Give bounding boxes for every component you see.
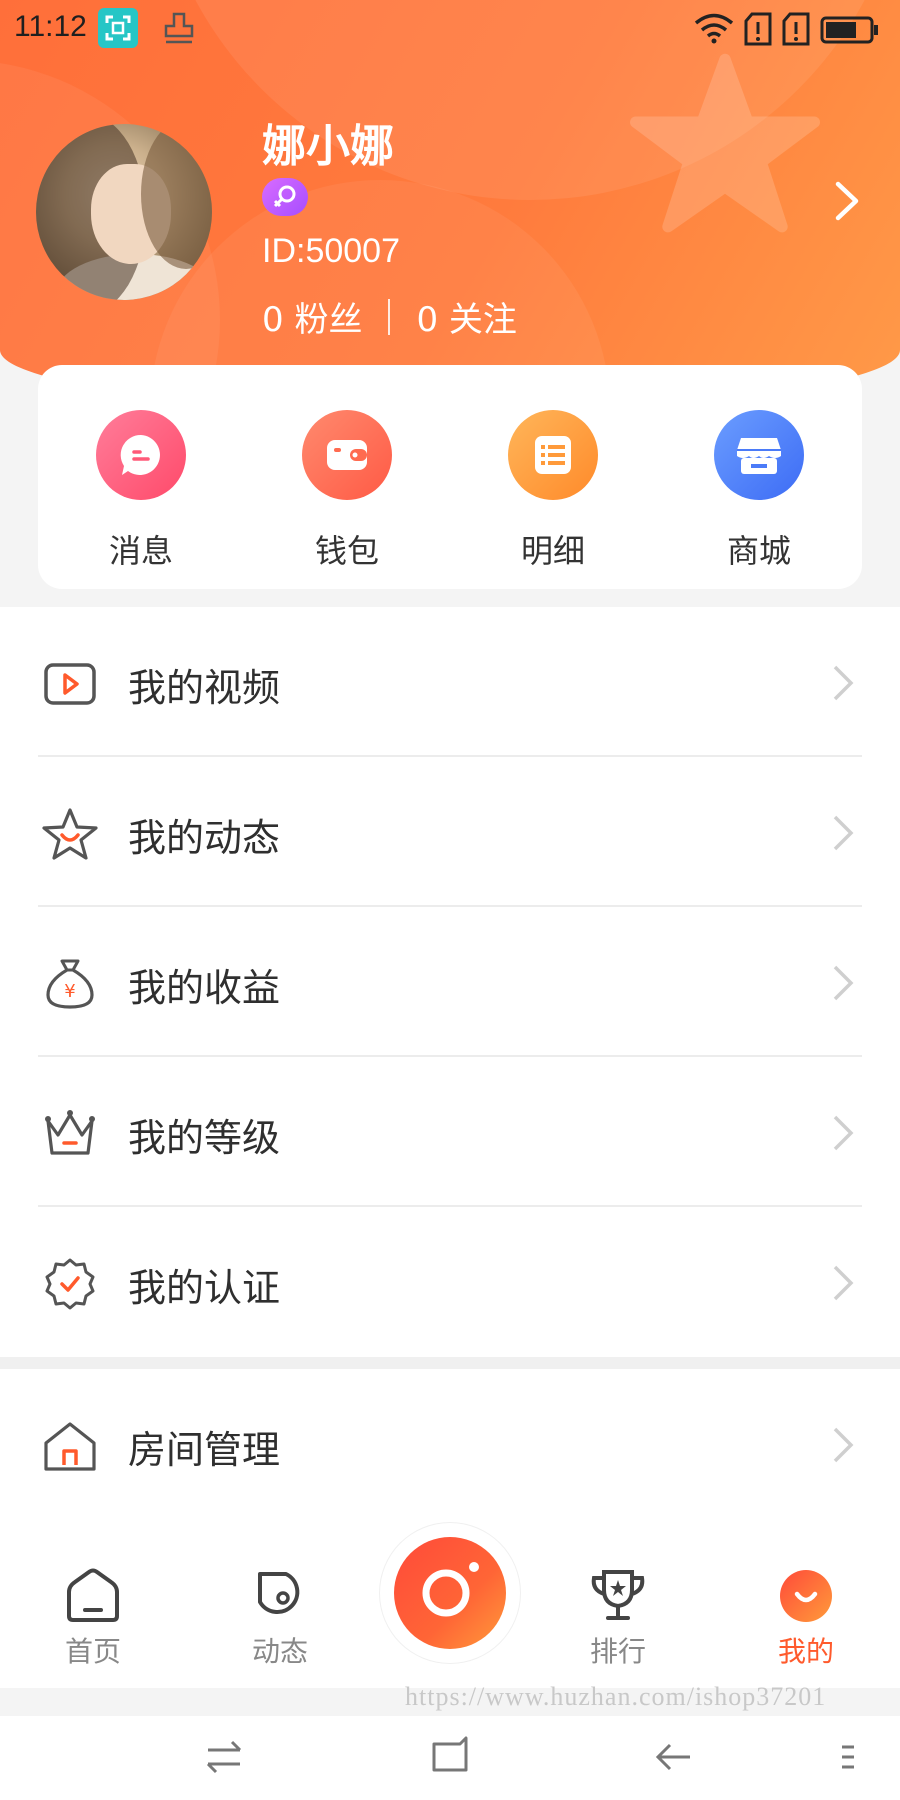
wallet-icon xyxy=(302,410,392,500)
section-gap xyxy=(0,1357,900,1369)
female-icon xyxy=(262,178,308,216)
chevron-right-icon xyxy=(833,1427,854,1463)
chevron-right-icon[interactable] xyxy=(830,178,864,224)
menu-item-label: 我的等级 xyxy=(128,1116,281,1160)
stamp-icon xyxy=(164,12,194,44)
back-arrow-icon[interactable] xyxy=(654,1734,694,1780)
menu-item-my-videos[interactable]: 我的视频 xyxy=(0,607,900,757)
menu-item-my-earnings[interactable]: ¥ 我的收益 xyxy=(0,907,900,1057)
system-nav-bar xyxy=(0,1716,900,1800)
home-icon xyxy=(67,1568,119,1622)
menu-item-label: 我的认证 xyxy=(128,1266,281,1310)
nav-label: 首页 xyxy=(64,1635,121,1668)
profile-stats: 0 粉丝 0 关注 xyxy=(262,292,517,341)
camera-button[interactable] xyxy=(380,1523,520,1663)
nav-label: 我的 xyxy=(777,1635,834,1668)
quick-action-details[interactable]: 明细 xyxy=(473,410,633,572)
avatar[interactable] xyxy=(36,124,212,300)
quick-action-wallet[interactable]: 钱包 xyxy=(267,410,427,572)
following-count[interactable]: 0 关注 xyxy=(416,292,516,341)
overview-square-icon[interactable] xyxy=(430,1734,470,1780)
menu-item-my-verification[interactable]: 我的认证 xyxy=(0,1207,900,1357)
menu-list: 我的视频 我的动态 ¥ 我的收益 我的等级 我的认证 房间管理 xyxy=(0,607,900,1519)
profile-name: 娜小娜 xyxy=(262,121,394,172)
chat-bubble-icon xyxy=(96,410,186,500)
list-icon xyxy=(508,410,598,500)
menu-item-label: 我的视频 xyxy=(128,666,281,710)
more-icon[interactable] xyxy=(838,1734,858,1780)
crown-icon xyxy=(45,1110,95,1155)
bottom-nav: 首页 动态 排行 我的 xyxy=(0,1508,900,1688)
battery-icon xyxy=(820,16,878,44)
menu-item-my-moments[interactable]: 我的动态 xyxy=(0,757,900,907)
nav-label: 动态 xyxy=(251,1635,308,1668)
profile-id: ID:50007 xyxy=(262,232,400,270)
video-icon xyxy=(44,663,96,705)
menu-item-label: 房间管理 xyxy=(128,1428,281,1472)
svg-text:¥: ¥ xyxy=(64,981,75,1002)
quick-action-label: 钱包 xyxy=(314,532,379,570)
wifi-icon xyxy=(694,13,734,44)
nav-item-me[interactable]: 我的 xyxy=(746,1568,866,1670)
nav-item-ranking[interactable]: 排行 xyxy=(558,1568,678,1670)
star-smile-icon xyxy=(42,808,98,860)
store-icon xyxy=(714,410,804,500)
trophy-icon xyxy=(591,1570,645,1620)
money-bag-icon: ¥ xyxy=(46,959,94,1009)
switch-icon[interactable] xyxy=(204,1734,244,1780)
quick-action-label: 商城 xyxy=(726,532,791,570)
screenshot-icon xyxy=(98,8,138,48)
menu-item-label: 我的动态 xyxy=(128,816,281,860)
chevron-right-icon xyxy=(833,965,854,1001)
menu-item-label: 我的收益 xyxy=(128,966,281,1010)
stats-divider xyxy=(388,298,391,335)
sim-icon xyxy=(744,12,772,46)
status-bar: 11:12 xyxy=(0,0,900,60)
nav-label: 排行 xyxy=(589,1635,646,1668)
nav-item-home[interactable]: 首页 xyxy=(33,1568,153,1670)
quick-action-label: 明细 xyxy=(520,532,585,570)
verified-badge-icon xyxy=(45,1258,95,1310)
smile-profile-icon xyxy=(780,1570,832,1622)
fans-count[interactable]: 0 粉丝 xyxy=(262,292,362,341)
house-icon xyxy=(44,1422,96,1471)
moment-icon xyxy=(258,1572,300,1615)
status-time: 11:12 xyxy=(14,10,87,43)
chevron-right-icon xyxy=(833,1265,854,1301)
chevron-right-icon xyxy=(833,665,854,701)
nav-item-moments[interactable]: 动态 xyxy=(220,1568,340,1670)
star-decoration-icon xyxy=(630,53,820,233)
chevron-right-icon xyxy=(833,815,854,851)
quick-action-label: 消息 xyxy=(108,532,173,570)
quick-actions-card: 消息 钱包 明细 商城 xyxy=(38,365,862,589)
quick-action-store[interactable]: 商城 xyxy=(679,410,839,572)
quick-action-messages[interactable]: 消息 xyxy=(61,410,221,572)
menu-item-room-management[interactable]: 房间管理 xyxy=(0,1369,900,1519)
watermark: https://www.huzhan.com/ishop37201 xyxy=(405,1682,827,1711)
camera-icon xyxy=(422,1562,479,1617)
chevron-right-icon xyxy=(833,1115,854,1151)
sim-icon xyxy=(782,12,810,46)
menu-item-my-level[interactable]: 我的等级 xyxy=(0,1057,900,1207)
